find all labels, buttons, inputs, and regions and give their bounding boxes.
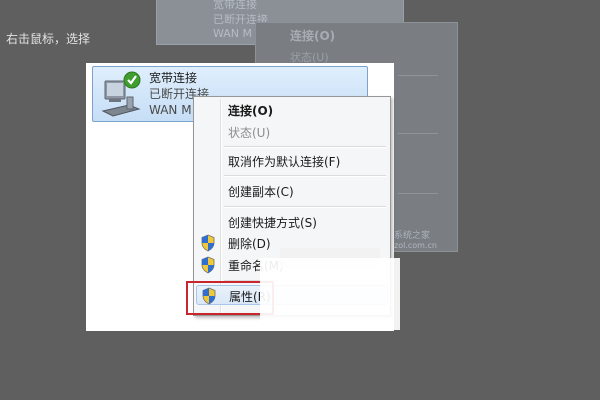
menu-separator [224, 146, 386, 148]
menu-item-label: 状态(U) [228, 126, 271, 140]
background-menu-divider [398, 75, 438, 76]
blur-overlay [260, 258, 400, 330]
instruction-text: 右击鼠标，选择 [6, 32, 91, 46]
connection-type: WAN M [149, 103, 192, 117]
network-connection-icon [101, 71, 141, 117]
uac-shield-icon [201, 256, 215, 274]
menu-item-label: 取消作为默认连接(F) [228, 155, 341, 169]
background-menu-divider [398, 133, 438, 134]
menu-item-status[interactable]: 状态(U) [196, 122, 388, 142]
menu-item-create-shortcut[interactable]: 创建快捷方式(S) [196, 212, 388, 232]
menu-item-create-copy[interactable]: 创建副本(C) [196, 181, 388, 201]
menu-item-label: 连接(O) [228, 104, 274, 118]
background-menu-divider [398, 193, 438, 194]
watermark: 系统之家 zol.com.cn [394, 228, 437, 250]
background-menu-connect: 连接(O) [290, 29, 336, 43]
menu-item-label: 创建副本(C) [228, 185, 294, 199]
menu-separator [224, 175, 386, 177]
menu-item-label: 删除(D) [228, 237, 271, 251]
menu-item-unset-default[interactable]: 取消作为默认连接(F) [196, 151, 388, 171]
menu-item-label: 创建快捷方式(S) [228, 216, 317, 230]
watermark-line1: 系统之家 [394, 231, 431, 241]
watermark-line2: zol.com.cn [394, 241, 437, 250]
uac-shield-icon [201, 234, 215, 252]
background-network-type: WAN M [213, 27, 253, 40]
menu-separator [224, 206, 386, 208]
menu-item-connect[interactable]: 连接(O) [196, 100, 388, 120]
connection-name: 宽带连接 [149, 71, 198, 85]
